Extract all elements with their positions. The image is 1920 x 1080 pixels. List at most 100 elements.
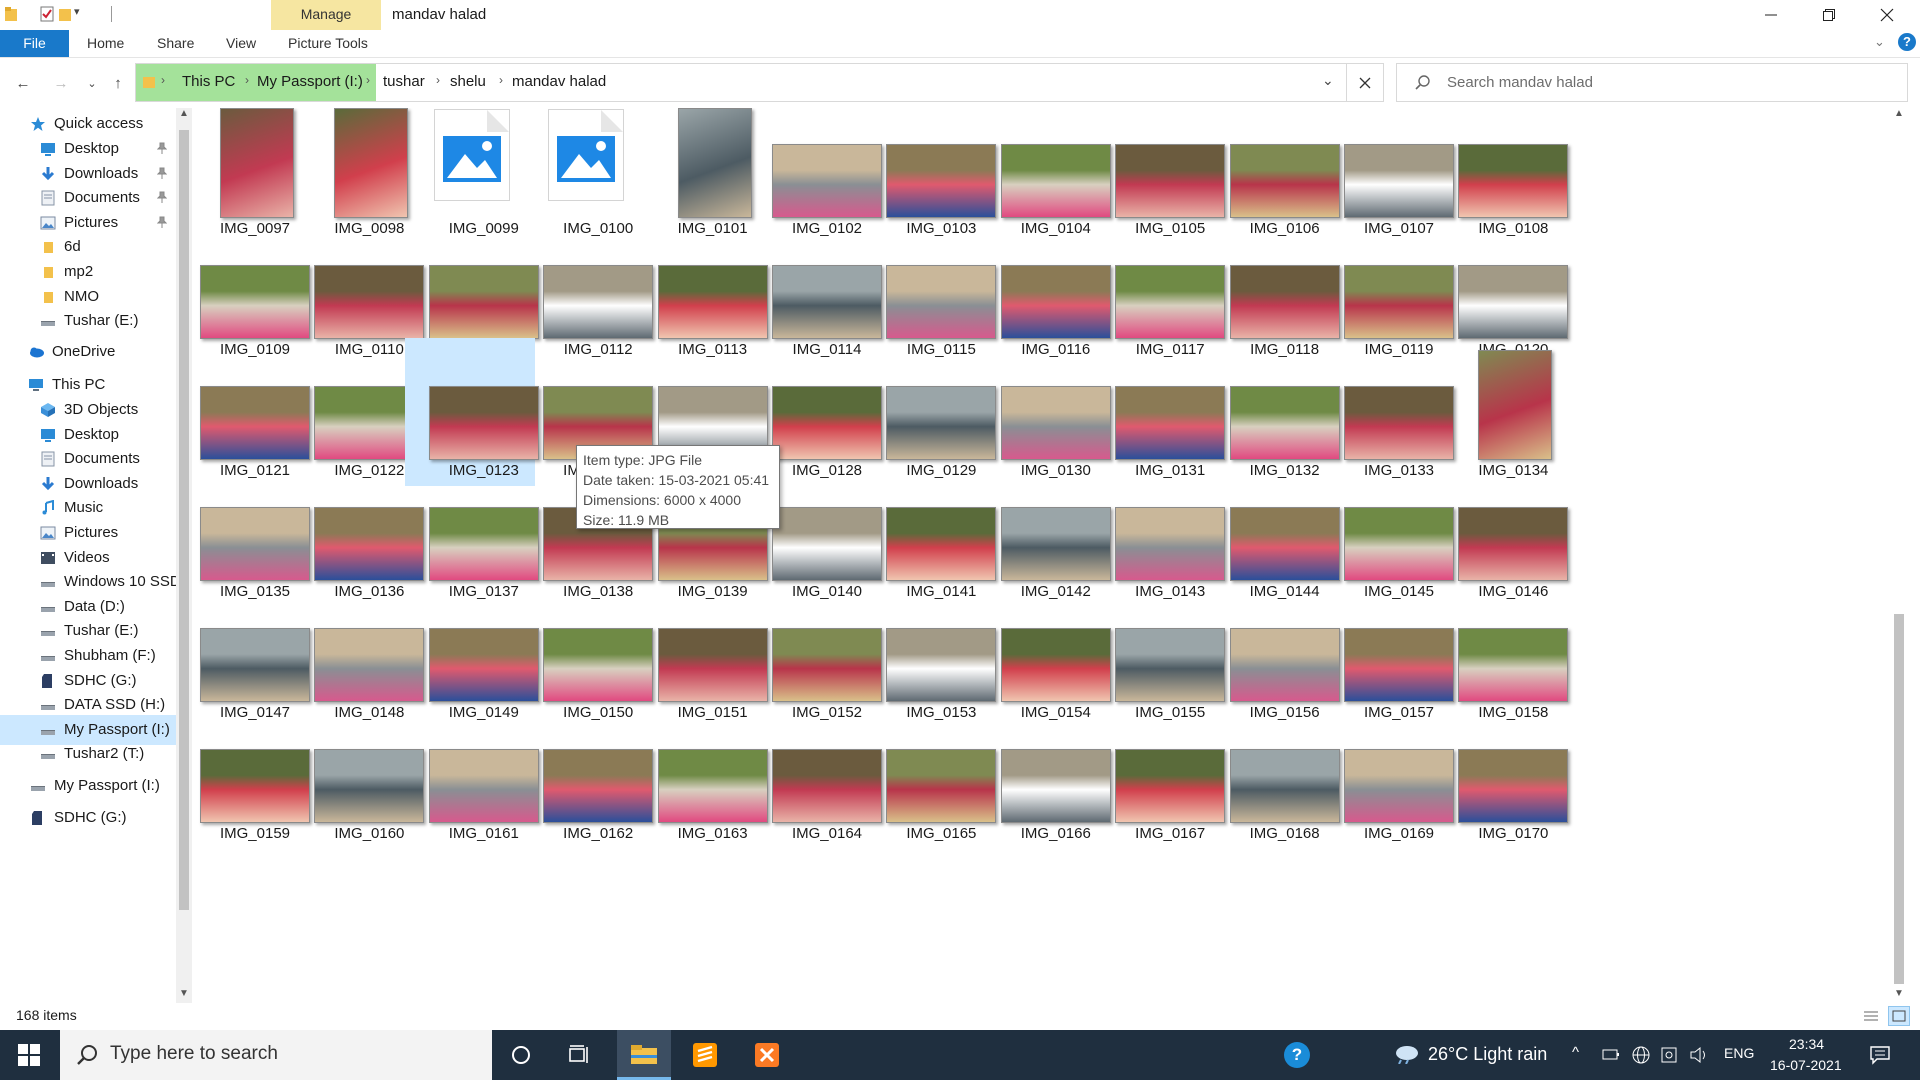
- help-icon[interactable]: ?: [1898, 33, 1916, 51]
- folder-icon: [44, 291, 53, 303]
- xampp-taskbar-button[interactable]: [740, 1030, 794, 1080]
- download-icon: [41, 166, 55, 180]
- file-tile[interactable]: IMG_0161: [405, 701, 539, 849]
- nav-item-sdhc-g[interactable]: SDHC (G:): [0, 803, 176, 833]
- breadcrumb-this-pc[interactable]: This PC: [182, 73, 235, 90]
- file-tile[interactable]: IMG_0166: [977, 701, 1111, 849]
- cortana-icon: [512, 1046, 530, 1064]
- pin-icon[interactable]: [157, 191, 167, 204]
- scroll-down-icon[interactable]: ▼: [1894, 988, 1904, 999]
- scroll-up-icon[interactable]: ▲: [1894, 108, 1904, 119]
- file-tile[interactable]: IMG_0160: [290, 701, 425, 849]
- address-bar[interactable]: › This PC › My Passport (I:) › tushar › …: [135, 63, 1384, 102]
- tab-picture-tools[interactable]: Picture Tools: [288, 30, 368, 57]
- breadcrumb-tushar[interactable]: tushar: [383, 73, 425, 90]
- details-view-icon[interactable]: [1862, 1008, 1880, 1024]
- address-dropdown-icon[interactable]: ⌄: [1322, 72, 1334, 89]
- action-center-icon[interactable]: [1869, 1045, 1891, 1065]
- manage-tab[interactable]: Manage: [271, 0, 381, 30]
- tab-home[interactable]: Home: [87, 30, 124, 57]
- storage-device-icon[interactable]: [1660, 1045, 1680, 1065]
- sublime-text-taskbar-button[interactable]: [678, 1030, 732, 1080]
- task-view-button[interactable]: [553, 1030, 607, 1080]
- clock-date[interactable]: 16-07-2021: [1770, 1057, 1842, 1073]
- nav-item-tushar-e[interactable]: Tushar (E:): [0, 306, 176, 336]
- file-tile[interactable]: IMG_0168: [1206, 701, 1340, 849]
- help-taskbar-button[interactable]: ?: [1270, 1030, 1324, 1080]
- file-tile[interactable]: IMG_0164: [748, 701, 882, 849]
- clock-time[interactable]: 23:34: [1789, 1036, 1824, 1052]
- taskbar-search[interactable]: Type here to search: [60, 1030, 492, 1080]
- battery-icon[interactable]: [1602, 1046, 1620, 1062]
- tab-share[interactable]: Share: [157, 30, 194, 57]
- restore-button[interactable]: [1800, 0, 1858, 30]
- folder-icon: [5, 7, 17, 21]
- qat-dropdown-icon[interactable]: ▾: [74, 5, 80, 18]
- close-button[interactable]: [1858, 0, 1916, 30]
- file-tile[interactable]: IMG_0165: [862, 701, 997, 849]
- nav-scrollbar[interactable]: ▲ ▼: [176, 108, 192, 1003]
- pin-icon[interactable]: [157, 216, 167, 228]
- close-icon: [1880, 8, 1894, 22]
- up-button[interactable]: ↑: [107, 72, 129, 94]
- expand-ribbon-icon[interactable]: ⌄: [1874, 34, 1885, 50]
- weather-text[interactable]: 26°C Light rain: [1428, 1044, 1547, 1065]
- file-tile[interactable]: IMG_0167: [1091, 701, 1226, 849]
- window-title: mandav halad: [392, 6, 487, 23]
- forward-button[interactable]: →: [50, 72, 72, 94]
- nav-onedrive[interactable]: OneDrive: [0, 337, 176, 367]
- file-explorer-taskbar-button[interactable]: [617, 1030, 671, 1080]
- nav-item-label: Pictures: [64, 524, 119, 541]
- drive-icon: [41, 705, 55, 711]
- document-icon: [41, 451, 55, 467]
- volume-icon[interactable]: [1689, 1045, 1711, 1065]
- pictures-icon: [40, 216, 56, 230]
- nav-item-label: Documents: [64, 189, 140, 207]
- item-count: 168 items: [16, 1007, 77, 1023]
- pin-icon[interactable]: [157, 142, 167, 154]
- star-icon: [31, 117, 45, 131]
- drive-icon: [41, 606, 55, 612]
- file-tile[interactable]: IMG_0159: [192, 701, 310, 849]
- file-tile[interactable]: IMG_0162: [519, 701, 654, 849]
- tab-file[interactable]: File: [0, 30, 69, 57]
- nav-item-label: DATA SSD (H:): [64, 696, 166, 714]
- scroll-down-icon[interactable]: ▼: [179, 988, 189, 999]
- clear-address-button[interactable]: [1346, 63, 1384, 102]
- nav-scroll-thumb[interactable]: [179, 130, 189, 910]
- task-view-icon: [569, 1045, 588, 1063]
- nav-item-label: 6d: [64, 238, 81, 256]
- content-scroll-thumb[interactable]: [1894, 614, 1904, 984]
- document-icon: [41, 190, 55, 206]
- show-hidden-icons-icon[interactable]: ^: [1572, 1044, 1579, 1061]
- breadcrumb-shelu[interactable]: shelu: [450, 73, 486, 90]
- network-globe-icon[interactable]: [1631, 1045, 1651, 1065]
- pin-icon[interactable]: [157, 167, 167, 179]
- image-thumbnail: [220, 108, 294, 218]
- search-box[interactable]: Search mandav halad: [1396, 63, 1908, 102]
- nav-item-label: Downloads: [64, 164, 139, 182]
- nav-item-tushar2-t[interactable]: Tushar2 (T:): [0, 739, 176, 769]
- tab-view[interactable]: View: [226, 30, 256, 57]
- weather-rain-icon[interactable]: [1392, 1044, 1420, 1064]
- breadcrumb-my-passport[interactable]: My Passport (I:): [257, 73, 363, 90]
- scroll-up-icon[interactable]: ▲: [179, 108, 189, 119]
- start-button[interactable]: [2, 1030, 56, 1080]
- cortana-button[interactable]: [494, 1030, 548, 1080]
- taskbar-search-placeholder: Type here to search: [110, 1043, 278, 1064]
- large-icons-view-button[interactable]: [1888, 1006, 1910, 1026]
- breadcrumb-mandav-halad[interactable]: mandav halad: [512, 73, 606, 90]
- language-indicator[interactable]: ENG: [1724, 1045, 1754, 1061]
- recent-locations-button[interactable]: ⌄: [81, 72, 103, 94]
- file-name-label: IMG_0170: [1478, 825, 1549, 842]
- breadcrumb-separator: ›: [366, 73, 370, 87]
- new-folder-icon[interactable]: [58, 6, 72, 22]
- file-tile[interactable]: IMG_0170: [1434, 701, 1569, 849]
- content-scrollbar[interactable]: ▲ ▼: [1890, 108, 1908, 1003]
- file-tile[interactable]: IMG_0163: [634, 701, 768, 849]
- file-tile[interactable]: IMG_0169: [1320, 701, 1454, 849]
- nav-item-my-passport-i[interactable]: My Passport (I:): [0, 771, 176, 801]
- back-button[interactable]: ←: [12, 72, 34, 94]
- properties-icon[interactable]: [40, 6, 54, 22]
- minimize-button[interactable]: [1742, 0, 1800, 30]
